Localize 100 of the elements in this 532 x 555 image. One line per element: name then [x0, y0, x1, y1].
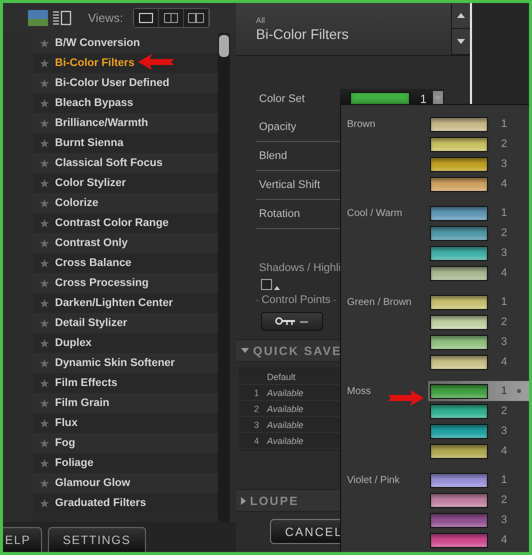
up-triangle-icon [457, 13, 465, 18]
setting-label: Color Set [259, 92, 306, 104]
filter-name: Foliage [55, 457, 94, 469]
color-set-option[interactable]: 4 [428, 530, 529, 550]
color-set-option[interactable]: 3 [428, 421, 529, 441]
color-set-option[interactable]: 2 [428, 312, 529, 332]
selected-dot-icon [517, 389, 522, 393]
star-icon[interactable] [40, 418, 49, 428]
category-label: All [256, 16, 266, 25]
split-view-button[interactable] [159, 9, 184, 27]
star-icon[interactable] [40, 458, 49, 468]
filter-list-item[interactable]: Bi-Color User Defined [33, 73, 218, 93]
settings-button[interactable]: SETTINGS [48, 527, 146, 552]
star-icon[interactable] [40, 338, 49, 348]
disclosure-triangle-icon[interactable] [241, 496, 246, 504]
star-icon[interactable] [40, 38, 49, 48]
color-set-option[interactable]: 2 [428, 490, 529, 510]
preset-slot[interactable]: Available [267, 436, 304, 446]
star-icon[interactable] [40, 398, 49, 408]
star-icon[interactable] [40, 198, 49, 208]
scrollbar[interactable] [218, 33, 230, 522]
star-icon[interactable] [40, 238, 49, 248]
color-set-option[interactable]: 3 [428, 243, 529, 263]
filter-name: Burnt Sienna [55, 137, 124, 149]
color-set-option[interactable]: 4 [428, 441, 529, 461]
preset-slot[interactable]: Available [267, 404, 304, 414]
color-square-icon[interactable] [261, 279, 272, 290]
color-set-option[interactable]: 4 [428, 263, 529, 283]
filter-list-item[interactable]: Glamour Glow [33, 473, 218, 493]
group-label: Cool / Warm [347, 208, 404, 218]
star-icon[interactable] [40, 298, 49, 308]
star-icon[interactable] [40, 358, 49, 368]
filter-list-item[interactable]: Contrast Only [33, 233, 218, 253]
arrow-icon [388, 390, 424, 406]
color-set-option[interactable]: 3 [428, 332, 529, 352]
color-set-option[interactable]: 1 [428, 381, 529, 401]
setting-label: Opacity [259, 121, 298, 133]
row-number: 1 [254, 388, 259, 398]
color-set-option[interactable]: 1 [428, 203, 529, 223]
star-icon[interactable] [40, 478, 49, 488]
star-icon[interactable] [40, 58, 49, 68]
key-icon [275, 316, 309, 328]
color-set-option[interactable]: 3 [428, 510, 529, 530]
star-icon[interactable] [40, 138, 49, 148]
down-triangle-icon [457, 39, 465, 44]
color-set-option[interactable]: 3 [428, 154, 529, 174]
filter-name: Colorize [55, 197, 98, 209]
filter-list-item[interactable]: Brilliance/Warmth [33, 113, 218, 133]
star-icon[interactable] [40, 278, 49, 288]
color-set-option[interactable]: 2 [428, 223, 529, 243]
filter-list-item[interactable]: Film Grain [33, 393, 218, 413]
star-icon[interactable] [40, 438, 49, 448]
color-set-option[interactable]: 2 [428, 134, 529, 154]
row-number: 4 [254, 436, 259, 446]
star-icon[interactable] [40, 178, 49, 188]
star-icon[interactable] [40, 218, 49, 228]
filter-name: Cross Processing [55, 277, 149, 289]
star-icon[interactable] [40, 378, 49, 388]
star-icon[interactable] [40, 158, 49, 168]
color-set-option[interactable]: 1 [428, 470, 529, 490]
star-icon[interactable] [40, 318, 49, 328]
single-pane-icon [139, 13, 154, 23]
star-icon[interactable] [40, 498, 49, 508]
add-control-point-button[interactable] [261, 312, 323, 331]
color-set-option[interactable]: 1 [428, 292, 529, 312]
preset-slot[interactable]: Available [267, 388, 304, 398]
slider-marker-icon[interactable] [274, 286, 280, 290]
filter-list-item[interactable]: Cross Processing [33, 273, 218, 293]
color-set-option[interactable]: 4 [428, 352, 529, 372]
filter-list-item[interactable]: Classical Soft Focus [33, 153, 218, 173]
setting-label: Vertical Shift [259, 179, 322, 191]
star-icon[interactable] [40, 98, 49, 108]
star-icon[interactable] [40, 258, 49, 268]
filter-list-item[interactable]: Colorize [33, 193, 218, 213]
filter-list-item[interactable]: B/W Conversion [33, 33, 218, 53]
disclosure-triangle-icon[interactable] [241, 348, 249, 353]
split-pane-icon [164, 13, 178, 23]
color-set-option[interactable]: 2 [428, 401, 529, 421]
list-view-icon[interactable] [52, 10, 72, 26]
filter-name: Darken/Lighten Center [55, 297, 173, 309]
filter-name: Contrast Only [55, 237, 128, 249]
preset-slot[interactable]: Available [267, 420, 304, 430]
scroll-thumb[interactable] [219, 35, 229, 57]
star-icon[interactable] [40, 118, 49, 128]
side-by-side-view-button[interactable] [184, 9, 210, 27]
filter-list-item[interactable]: Fog [33, 433, 218, 453]
next-button[interactable] [452, 29, 470, 55]
color-set-option[interactable]: 1 [428, 114, 529, 134]
star-icon[interactable] [40, 78, 49, 88]
single-view-button[interactable] [134, 9, 160, 27]
filter-list-item[interactable]: Dynamic Skin Softener [33, 353, 218, 373]
filter-name: B/W Conversion [55, 37, 140, 49]
help-button[interactable]: ELP [3, 527, 42, 552]
filter-title: Bi-Color Filters [256, 26, 350, 42]
image-thumbnail-icon[interactable] [28, 10, 48, 26]
color-set-option[interactable]: 4 [428, 174, 529, 194]
filter-name: Glamour Glow [55, 477, 130, 489]
filter-name: Bi-Color User Defined [55, 77, 170, 89]
filter-list-item[interactable]: Detail Stylizer [33, 313, 218, 333]
row-number: 2 [254, 404, 259, 414]
